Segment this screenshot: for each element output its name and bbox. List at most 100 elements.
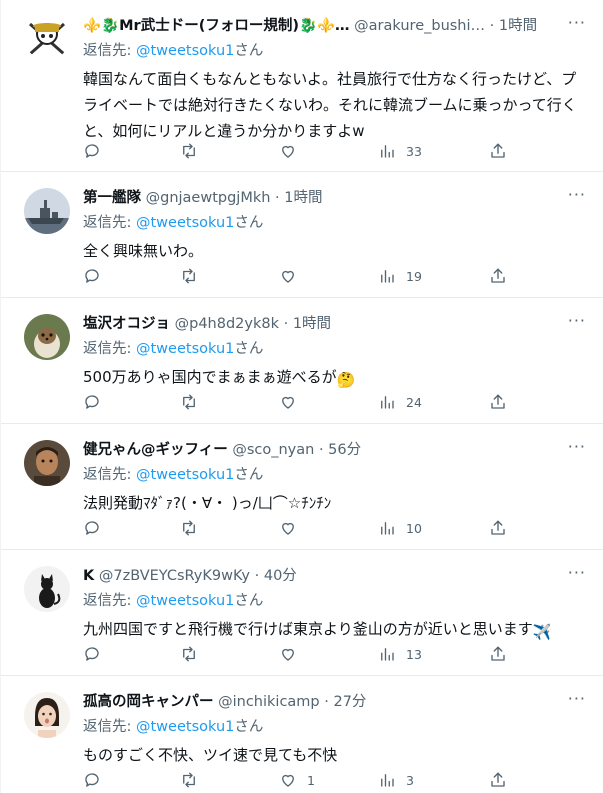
more-options-icon[interactable]: ··· <box>568 689 586 708</box>
tweet-header: K @7zBVEYCsRyK9wKy · 40分 <box>83 565 563 587</box>
share-button[interactable] <box>489 266 507 286</box>
avatar[interactable] <box>24 440 70 486</box>
display-name[interactable]: 第一艦隊 <box>83 190 141 206</box>
share-button[interactable] <box>489 392 507 412</box>
like-button[interactable] <box>279 392 307 412</box>
more-options-icon[interactable]: ··· <box>568 185 586 204</box>
replying-to-suffix: さん <box>234 215 264 231</box>
reply-button[interactable] <box>83 392 111 412</box>
timestamp[interactable]: 1時間 <box>293 316 331 332</box>
tweet-text: 九州四国ですと飛行機で行けば東京より釜山の方が近いと思います✈️ <box>83 616 583 645</box>
user-handle[interactable]: @gnjaewtpgjMkh <box>146 190 271 206</box>
display-name[interactable]: 塩沢オコジョ <box>83 316 170 332</box>
tweet-text-content: 500万ありゃ国内でまぁまぁ遊べるが <box>83 368 337 386</box>
retweet-button[interactable] <box>180 644 208 664</box>
avatar[interactable] <box>24 14 70 60</box>
retweet-button[interactable] <box>180 141 208 161</box>
analytics-icon <box>381 648 394 661</box>
analytics-icon <box>381 774 394 787</box>
share-button[interactable] <box>489 518 507 538</box>
replying-to: 返信先: @tweetsoku1さん <box>83 338 263 360</box>
tweet-text: 法則発動ﾏﾀﾞｧ?(・∀・ )っ/凵⌒☆ﾁﾝﾁﾝ <box>83 494 332 512</box>
tweet-text-content: 九州四国ですと飛行機で行けば東京より釜山の方が近いと思います <box>83 620 533 638</box>
replying-to-handle[interactable]: @tweetsoku1 <box>136 43 234 59</box>
timestamp[interactable]: 56分 <box>328 442 361 458</box>
views-button[interactable]: 3 <box>378 770 414 790</box>
replying-to-prefix: 返信先: <box>83 719 136 735</box>
like-button[interactable]: 1 <box>279 770 315 790</box>
user-handle[interactable]: @sco_nyan <box>232 442 314 458</box>
view-count: 10 <box>406 520 422 536</box>
replying-to-prefix: 返信先: <box>83 215 136 231</box>
display-name[interactable]: K <box>83 568 94 584</box>
share-button[interactable] <box>489 141 507 161</box>
user-handle[interactable]: @p4h8d2yk8k <box>175 316 279 332</box>
reply-button[interactable] <box>83 141 111 161</box>
retweet-button[interactable] <box>180 266 208 286</box>
user-handle[interactable]: @arakure_bushi… <box>354 18 485 34</box>
reply-button[interactable] <box>83 770 111 790</box>
separator-dot: · <box>275 190 280 206</box>
heart-icon <box>282 396 294 409</box>
timestamp[interactable]: 1時間 <box>499 18 537 34</box>
reply-icon <box>85 647 99 661</box>
retweet-button[interactable] <box>180 518 208 538</box>
replying-to-suffix: さん <box>234 341 264 357</box>
user-handle[interactable]: @7zBVEYCsRyK9wKy <box>99 568 250 584</box>
avatar[interactable] <box>24 314 70 360</box>
tweet-item[interactable]: 塩沢オコジョ @p4h8d2yk8k · 1時間 ··· 返信先: @tweet… <box>1 298 603 424</box>
like-button[interactable] <box>279 644 307 664</box>
like-button[interactable] <box>279 141 307 161</box>
display-name[interactable]: 健兄ゃん@ギッフィー <box>83 442 228 458</box>
share-icon <box>491 646 505 661</box>
reply-button[interactable] <box>83 518 111 538</box>
share-button[interactable] <box>489 770 507 790</box>
display-name[interactable]: ⚜️🐉Mr武士ドー(フォロー規制)🐉⚜️… <box>83 18 350 34</box>
reply-icon <box>85 521 99 535</box>
more-options-icon[interactable]: ··· <box>568 437 586 456</box>
views-button[interactable]: 19 <box>378 266 422 286</box>
tweet-item[interactable]: 第一艦隊 @gnjaewtpgjMkh · 1時間 ··· 返信先: @twee… <box>1 172 603 298</box>
retweet-button[interactable] <box>180 392 208 412</box>
timestamp[interactable]: 27分 <box>333 694 366 710</box>
like-button[interactable] <box>279 518 307 538</box>
share-button[interactable] <box>489 644 507 664</box>
tweet-item[interactable]: ⚜️🐉Mr武士ドー(フォロー規制)🐉⚜️… @arakure_bushi… · … <box>1 0 603 172</box>
tweet-header: 第一艦隊 @gnjaewtpgjMkh · 1時間 <box>83 187 563 209</box>
reply-button[interactable] <box>83 644 111 664</box>
views-button[interactable]: 10 <box>378 518 422 538</box>
reply-button[interactable] <box>83 266 111 286</box>
heart-icon <box>282 145 294 158</box>
view-count: 19 <box>406 268 422 284</box>
views-button[interactable]: 24 <box>378 392 422 412</box>
like-button[interactable] <box>279 266 307 286</box>
replying-to-handle[interactable]: @tweetsoku1 <box>136 719 234 735</box>
avatar[interactable] <box>24 692 70 738</box>
action-bar: 33 <box>83 141 523 161</box>
tweet-item[interactable]: 孤高の岡キャンパー @inchikicamp · 27分 ··· 返信先: @t… <box>1 676 603 793</box>
retweet-button[interactable] <box>180 770 208 790</box>
timestamp[interactable]: 1時間 <box>284 190 322 206</box>
views-button[interactable]: 13 <box>378 644 422 664</box>
tweet-text: 500万ありゃ国内でまぁまぁ遊べるが🤔 <box>83 364 583 393</box>
retweet-icon <box>183 520 195 536</box>
heart-icon <box>282 774 294 787</box>
more-options-icon[interactable]: ··· <box>568 311 586 330</box>
replying-to-handle[interactable]: @tweetsoku1 <box>136 467 234 483</box>
display-name[interactable]: 孤高の岡キャンパー <box>83 694 214 710</box>
views-button[interactable]: 33 <box>378 141 422 161</box>
retweet-icon <box>183 646 195 662</box>
tweet-text: 韓国なんて面白くもなんともないよ。社員旅行で仕方なく行ったけど、プライベートでは… <box>83 70 577 140</box>
replying-to-handle[interactable]: @tweetsoku1 <box>136 593 234 609</box>
more-options-icon[interactable]: ··· <box>568 563 586 582</box>
share-icon <box>491 143 505 158</box>
timestamp[interactable]: 40分 <box>264 568 297 584</box>
avatar[interactable] <box>24 566 70 612</box>
replying-to-handle[interactable]: @tweetsoku1 <box>136 341 234 357</box>
user-handle[interactable]: @inchikicamp <box>218 694 320 710</box>
more-options-icon[interactable]: ··· <box>568 13 586 32</box>
tweet-item[interactable]: K @7zBVEYCsRyK9wKy · 40分 ··· 返信先: @tweet… <box>1 550 603 676</box>
avatar[interactable] <box>24 188 70 234</box>
replying-to-handle[interactable]: @tweetsoku1 <box>136 215 234 231</box>
tweet-item[interactable]: 健兄ゃん@ギッフィー @sco_nyan · 56分 ··· 返信先: @twe… <box>1 424 603 550</box>
